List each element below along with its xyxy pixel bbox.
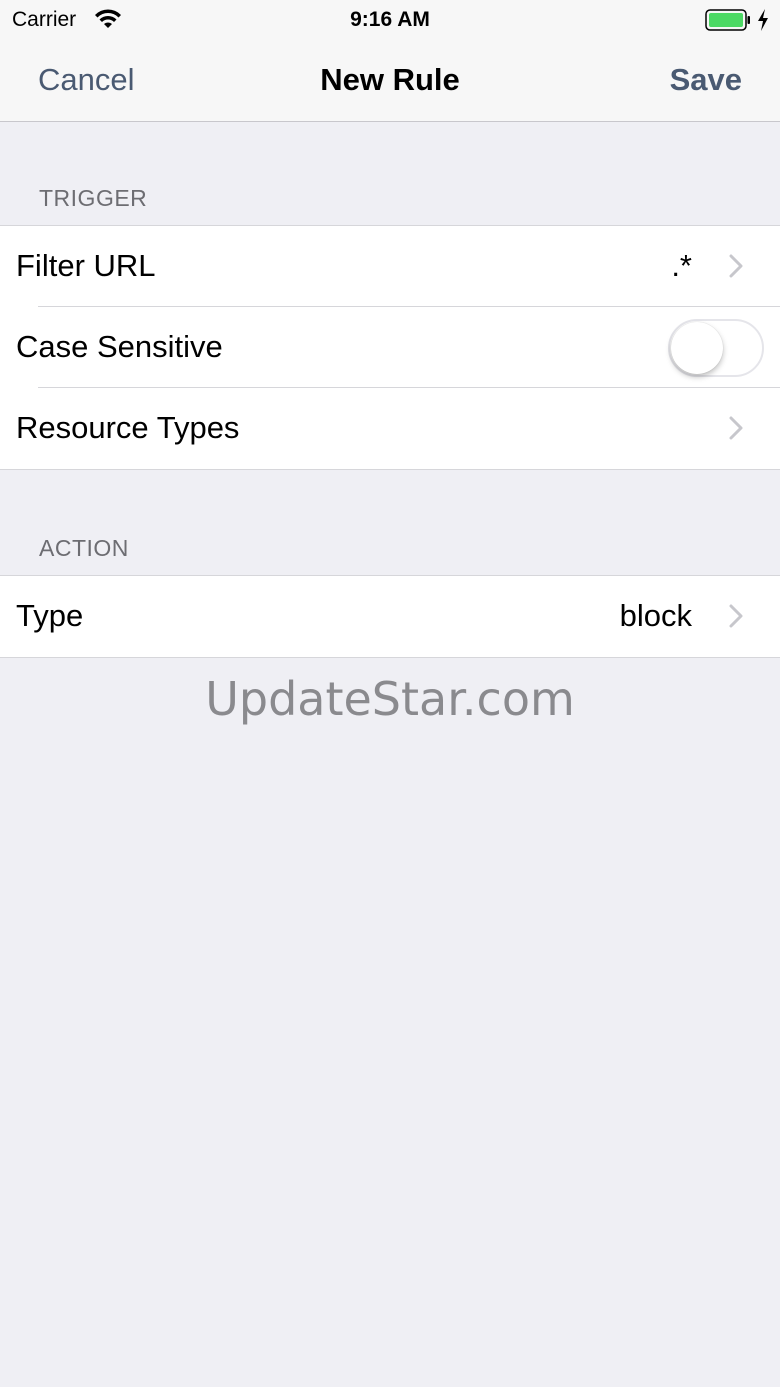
status-bar: Carrier 9:16 AM — [0, 0, 780, 40]
charging-bolt-icon — [756, 8, 770, 32]
chevron-right-icon — [728, 253, 744, 279]
resource-types-label: Resource Types — [16, 410, 240, 445]
type-row[interactable]: Type block — [0, 576, 780, 657]
action-section-header: ACTION — [39, 535, 129, 561]
case-sensitive-toggle[interactable] — [668, 319, 764, 377]
resource-types-row[interactable]: Resource Types — [0, 388, 780, 469]
page-title: New Rule — [320, 62, 460, 97]
case-sensitive-label: Case Sensitive — [16, 329, 223, 364]
battery-icon — [705, 9, 751, 31]
chevron-right-icon — [728, 415, 744, 441]
watermark-text: UpdateStar.com — [205, 672, 575, 726]
status-time: 9:16 AM — [350, 8, 430, 31]
case-sensitive-row: Case Sensitive — [0, 307, 780, 388]
action-group: Type block — [0, 575, 780, 658]
type-value: block — [619, 598, 692, 633]
filter-url-value: .* — [671, 248, 692, 283]
trigger-section-header: TRIGGER — [39, 185, 148, 211]
type-label: Type — [16, 598, 84, 633]
trigger-group: Filter URL .* Case Sensitive Resource Ty… — [0, 225, 780, 470]
navigation-bar: Cancel New Rule Save — [0, 40, 780, 122]
chevron-right-icon — [728, 603, 744, 629]
filter-url-label: Filter URL — [16, 248, 156, 283]
save-button[interactable]: Save — [670, 62, 742, 98]
filter-url-row[interactable]: Filter URL .* — [0, 226, 780, 307]
toggle-knob — [671, 322, 723, 374]
